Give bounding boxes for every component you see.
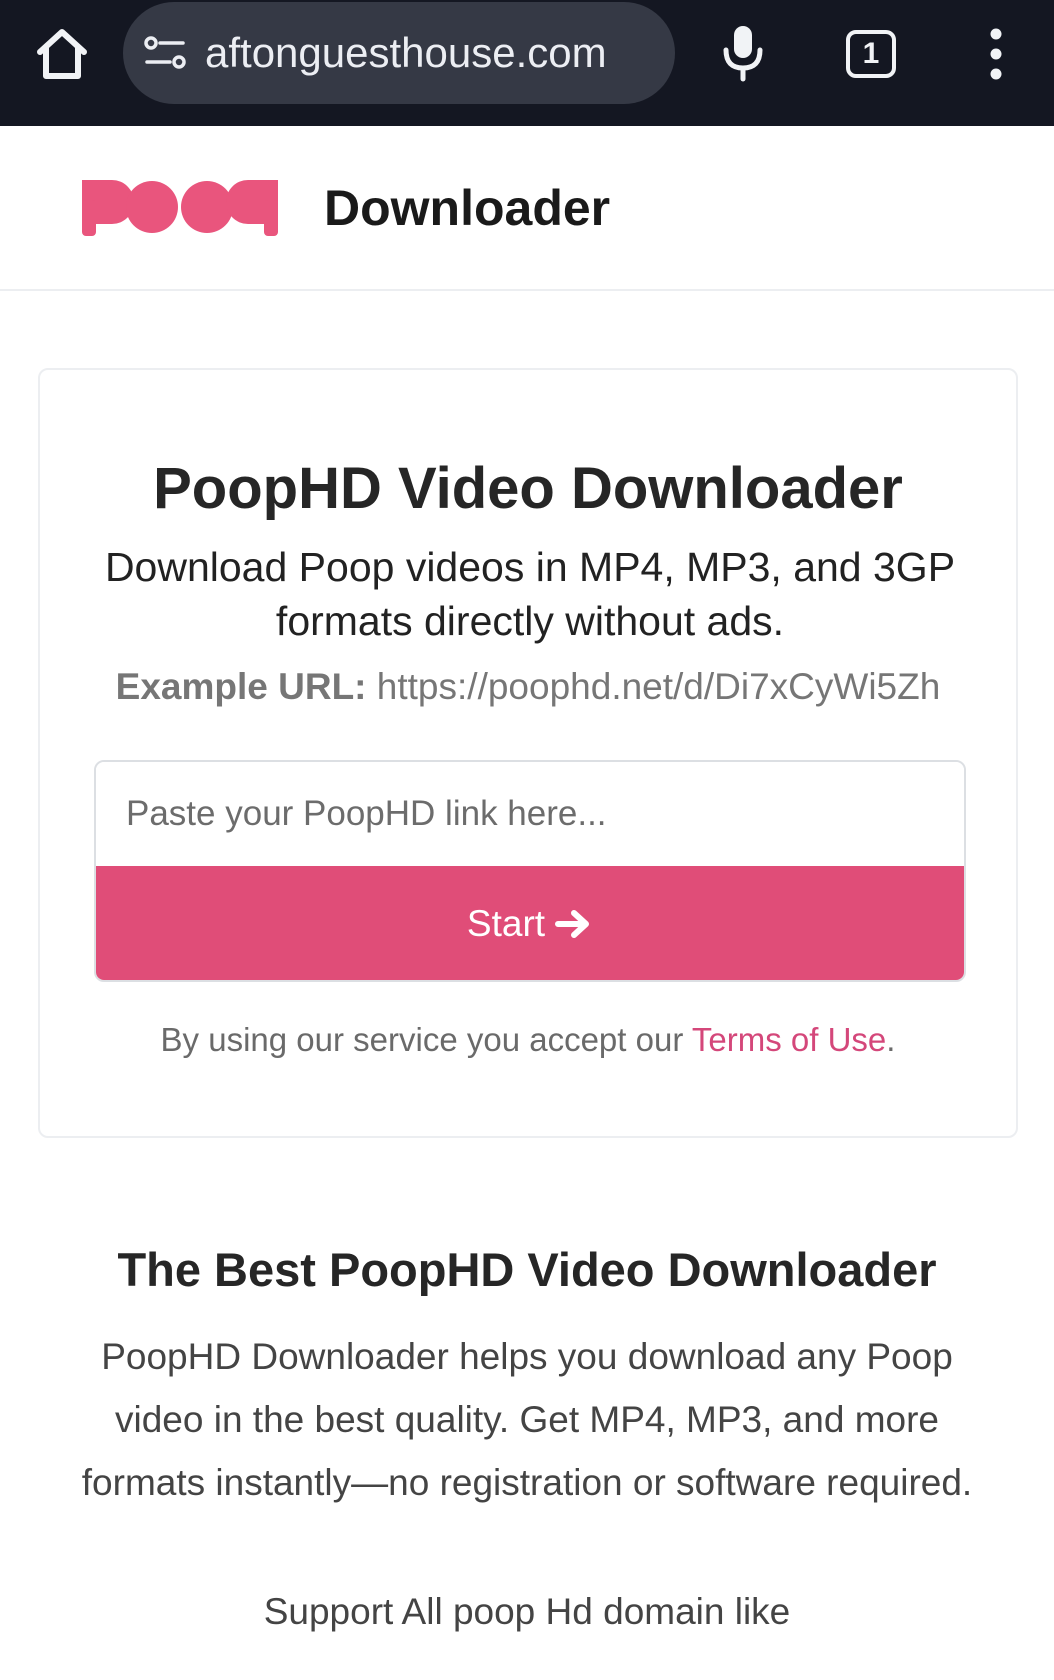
poop-logo[interactable]: [82, 180, 278, 236]
example-url-value: https://poophd.net/d/Di7xCyWi5Zh: [376, 666, 941, 707]
section-paragraph: PoopHD Downloader helps you download any…: [81, 1336, 973, 1503]
browser-toolbar: aftonguesthouse.com 1: [0, 0, 1054, 126]
home-icon[interactable]: [30, 22, 94, 86]
arrow-right-icon: [555, 910, 590, 938]
start-button[interactable]: Start: [96, 866, 964, 980]
url-text[interactable]: aftonguesthouse.com: [205, 28, 607, 78]
site-settings-icon[interactable]: [143, 34, 187, 72]
start-button-label: Start: [466, 903, 546, 944]
terms-notice: By using our service you accept our Term…: [40, 1018, 1016, 1062]
page-subtitle: Download Poop videos in MP4, MP3, and 3G…: [104, 544, 956, 644]
more-vert-icon[interactable]: [982, 26, 1010, 82]
site-header: Downloader: [0, 126, 1054, 291]
page-title: PoopHD Video Downloader: [153, 456, 903, 521]
link-form: Start: [94, 760, 966, 982]
terms-of-use-link[interactable]: Terms of Use: [692, 1021, 886, 1058]
address-bar[interactable]: aftonguesthouse.com: [123, 2, 675, 104]
microphone-icon[interactable]: [720, 24, 766, 82]
terms-suffix: .: [886, 1021, 896, 1058]
section-domain-note: Support All poop Hd domain like: [263, 1591, 791, 1632]
header-title: Downloader: [324, 180, 611, 236]
tab-count: 1: [862, 37, 880, 70]
example-url-line: Example URL: https://poophd.net/d/Di7xCy…: [40, 662, 1016, 712]
terms-prefix: By using our service you accept our: [160, 1021, 684, 1058]
downloader-card: PoopHD Video Downloader Download Poop vi…: [38, 368, 1018, 1138]
link-input[interactable]: [96, 762, 964, 866]
section-heading: The Best PoopHD Video Downloader: [117, 1243, 937, 1296]
example-url-label: Example URL:: [115, 666, 367, 707]
tab-switcher-icon[interactable]: 1: [846, 30, 896, 78]
